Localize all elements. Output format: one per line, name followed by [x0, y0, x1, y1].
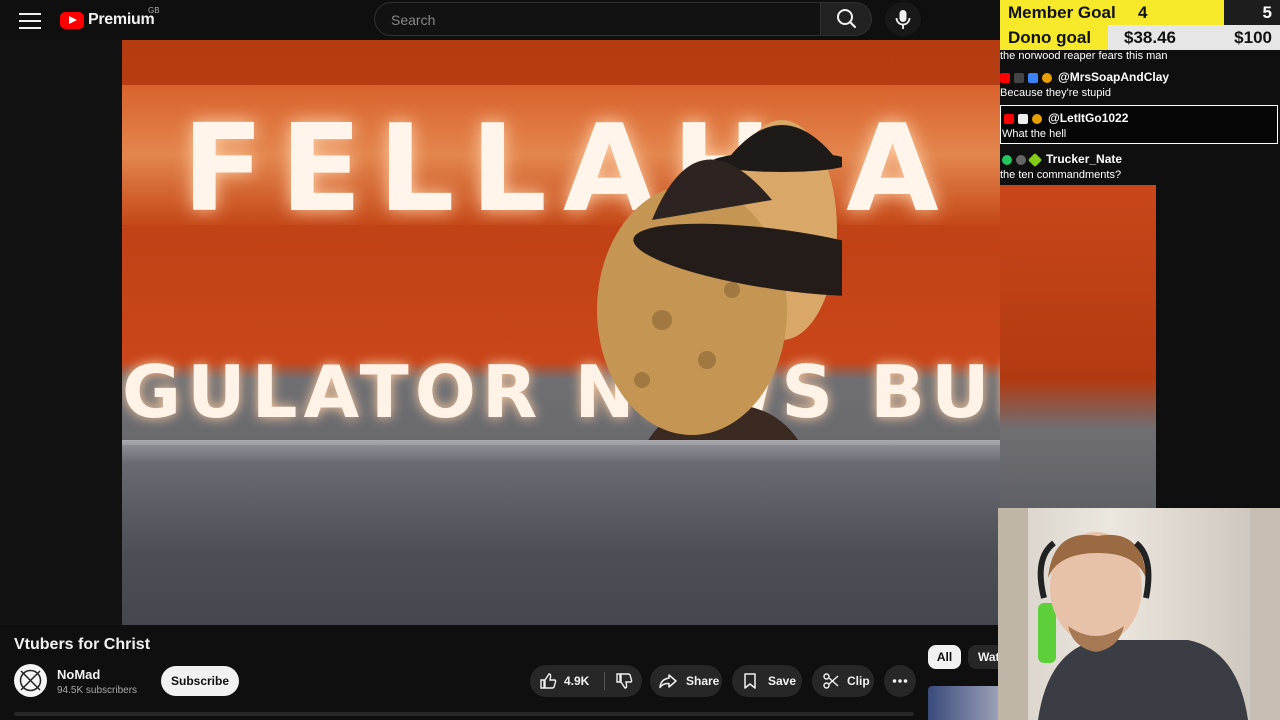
mic-icon — [895, 10, 911, 29]
chat-message: Trucker_Nate the ten commandments? — [1000, 152, 1280, 181]
member-goal-current: 4 — [1138, 3, 1148, 22]
channel-badge-icon — [1014, 73, 1024, 84]
chat-text: the ten commandments? — [1000, 169, 1122, 181]
news-desk — [122, 445, 1000, 625]
hamburger-menu-icon[interactable] — [19, 10, 41, 30]
chat-text: What the hell — [1002, 128, 1067, 140]
shield-badge-icon — [1028, 73, 1038, 84]
like-button[interactable]: 4.9K — [530, 665, 604, 697]
member-goal-label: Member Goal — [1008, 3, 1116, 22]
chat-message: @MrsSoapAndClay Because they're stupid — [1000, 70, 1280, 99]
video-player[interactable]: FELLAH A GULATOR NEWS BUNGU — [0, 40, 1000, 625]
dono-goal-target: $100 — [1234, 28, 1272, 47]
video-title: Vtubers for Christ — [14, 636, 151, 653]
share-icon — [659, 674, 677, 689]
subscribe-button[interactable]: Subscribe — [161, 666, 239, 696]
member-badge-icon — [1042, 73, 1052, 84]
search-box[interactable] — [374, 2, 820, 37]
region-label: GB — [148, 6, 160, 15]
chat-text: Because they're stupid — [1000, 87, 1111, 99]
youtube-logo[interactable]: Premium — [60, 9, 155, 31]
star-badge-icon — [1027, 153, 1043, 168]
subscriber-count: 94.5K subscribers — [57, 685, 138, 696]
chat-message-highlighted: @LetItGo1022 What the hell — [1000, 111, 1280, 140]
share-button[interactable]: Share — [650, 665, 722, 697]
save-button[interactable]: Save — [732, 665, 802, 697]
peanut-anchor-figure — [597, 120, 842, 440]
like-dislike-group: 4.9K — [530, 665, 642, 697]
search-button[interactable] — [820, 2, 872, 36]
member-goal-target: 5 — [1262, 3, 1272, 22]
goal-panel: Member Goal 4 5 Dono goal $38.46 $100 — [1000, 0, 1280, 50]
chat-badges — [1002, 153, 1043, 168]
chat-username: Trucker_Nate — [1046, 152, 1123, 166]
webcam-feed — [998, 508, 1280, 720]
search-icon — [837, 9, 857, 29]
like-count: 4.9K — [564, 674, 590, 688]
streamer-figure — [998, 508, 1280, 720]
chip-watched[interactable]: Wat — [968, 645, 998, 669]
penguin-badge-icon — [1018, 114, 1028, 125]
channel-logo-icon — [19, 669, 42, 692]
x-badge-icon — [1002, 155, 1012, 166]
recommended-thumbnail[interactable] — [928, 686, 998, 720]
description-box-edge — [14, 712, 914, 716]
chat-badges — [1000, 73, 1052, 84]
channel-name[interactable]: NoMad — [57, 667, 100, 682]
bookmark-icon — [744, 673, 756, 689]
channel-avatar[interactable] — [14, 664, 47, 697]
scissors-icon — [823, 673, 839, 689]
member-goal-bar: Member Goal 4 5 — [1000, 0, 1280, 25]
logo-text: Premium — [88, 11, 155, 28]
voice-search-button[interactable] — [885, 2, 921, 36]
chat-badges — [1004, 114, 1042, 125]
chat-username: @LetItGo1022 — [1048, 111, 1129, 125]
user-badge-icon — [1016, 155, 1026, 166]
thumbs-down-icon — [615, 673, 632, 689]
chat-text: the norwood reaper fears this man — [1000, 50, 1168, 62]
save-label: Save — [768, 674, 797, 688]
dono-goal-bar: Dono goal $38.46 $100 — [1000, 25, 1280, 50]
member-badge-icon — [1032, 114, 1042, 125]
more-actions-button[interactable] — [884, 665, 916, 697]
clip-button[interactable]: Clip — [812, 665, 874, 697]
video-frame: FELLAH A GULATOR NEWS BUNGU — [122, 40, 1000, 625]
clip-label: Clip — [847, 674, 870, 688]
youtube-icon — [60, 11, 84, 29]
video-frame-overflow — [1000, 185, 1156, 510]
share-label: Share — [686, 674, 720, 688]
chip-all[interactable]: All — [928, 645, 961, 669]
chat-username: @MrsSoapAndClay — [1058, 70, 1170, 84]
thumbs-up-icon — [540, 673, 557, 689]
more-icon — [892, 679, 908, 683]
dono-goal-current: $38.46 — [1124, 28, 1176, 47]
dono-goal-label: Dono goal — [1008, 28, 1092, 47]
youtube-badge-icon — [1000, 73, 1010, 84]
search-input[interactable] — [389, 3, 803, 37]
youtube-badge-icon — [1004, 114, 1014, 125]
dislike-button[interactable] — [605, 665, 642, 697]
chat-message: the norwood reaper fears this man — [1000, 50, 1280, 62]
